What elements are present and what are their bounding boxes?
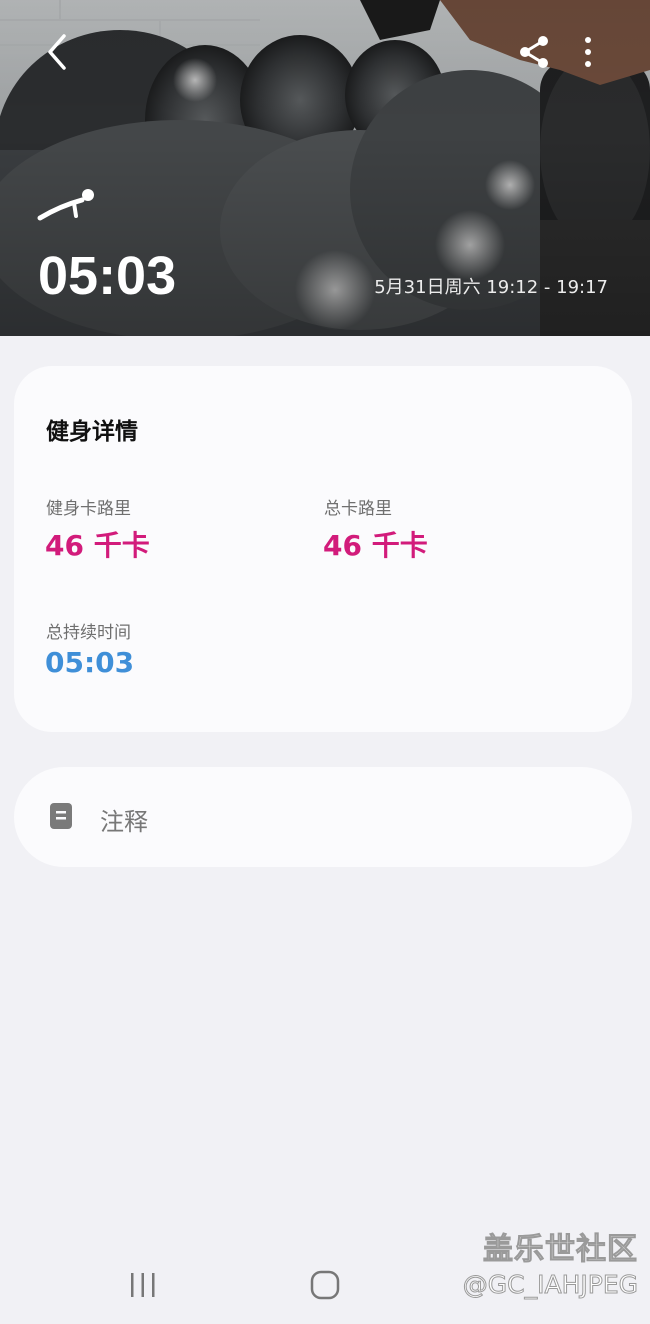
notes-button[interactable]: 注释 — [14, 767, 632, 867]
card-title: 健身详情 — [46, 419, 138, 445]
workout-type-icon — [37, 189, 94, 221]
chevron-left-icon[interactable] — [38, 30, 78, 74]
metric-value-total-calories: 46 千卡 — [323, 529, 428, 562]
recent-apps-icon[interactable] — [128, 1272, 158, 1298]
hero-header: 05:03 5月31日周六 19:12 - 19:17 — [0, 0, 650, 336]
metric-label-total-duration: 总持续时间 — [46, 623, 131, 643]
watermark-title: 盖乐世社区 — [483, 1232, 638, 1268]
workout-duration: 05:03 — [38, 246, 177, 306]
notes-label: 注释 — [100, 808, 148, 836]
workout-details-card: 健身详情 健身卡路里 46 千卡 总卡路里 46 千卡 总持续时间 05:03 — [14, 366, 632, 732]
home-icon[interactable] — [310, 1270, 340, 1300]
watermark-subtitle: @GC_IAHJPEG — [462, 1270, 638, 1300]
metric-value-total-duration: 05:03 — [45, 646, 135, 679]
workout-datetime: 5月31日周六 19:12 - 19:17 — [374, 277, 608, 298]
note-icon — [50, 803, 72, 829]
more-vertical-icon[interactable] — [576, 34, 600, 70]
share-icon[interactable] — [516, 34, 552, 70]
metric-value-exercise-calories: 46 千卡 — [45, 529, 150, 562]
metric-label-exercise-calories: 健身卡路里 — [46, 499, 131, 519]
metric-label-total-calories: 总卡路里 — [324, 499, 392, 519]
